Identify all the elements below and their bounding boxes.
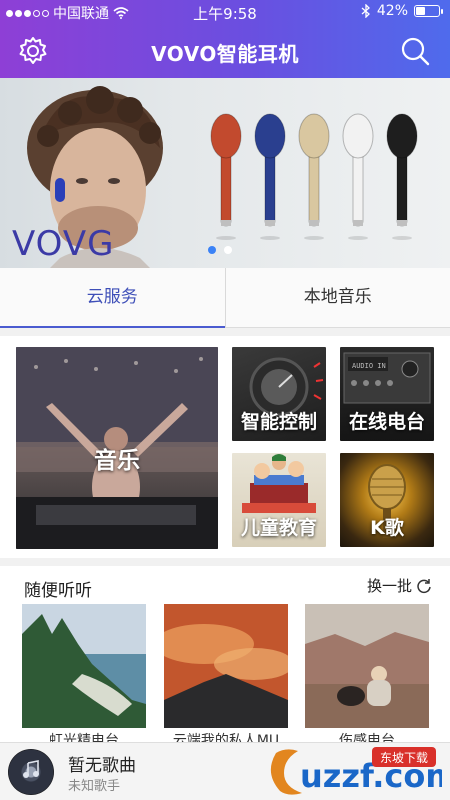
battery-icon [414, 5, 443, 17]
category-label: 儿童教育 [240, 517, 317, 539]
station-card-3[interactable] [305, 604, 429, 728]
station-card-2[interactable] [164, 604, 288, 728]
page-title: VOVO智能耳机 [151, 42, 299, 66]
refresh-button[interactable]: 换一批 [367, 575, 432, 596]
watermark-badge: 东坡下载 [380, 751, 428, 765]
refresh-label: 换一批 [366, 577, 412, 595]
banner-pagination [208, 246, 232, 254]
title-bar: VOVO智能耳机 [0, 24, 450, 78]
app-header: 中国联通 上午9:58 42% VOVO智能耳机 [0, 0, 450, 78]
random-listen-section: 随便听听 换一批 虹光精电台 云端我的私人MU 伤感电台 [0, 566, 450, 749]
pagination-dot-2[interactable] [224, 246, 232, 254]
refresh-icon [417, 578, 431, 593]
category-grid: 音乐 智能控制 AUDIO IN 在线电台 儿童教育 K歌 [0, 336, 450, 558]
mini-player[interactable]: 暂无歌曲 未知歌手 uzzf.com 东坡下载 [0, 742, 450, 800]
earbud-1 [210, 113, 242, 240]
category-karaoke[interactable]: K歌 [340, 453, 434, 547]
battery-percent: 42% [376, 3, 408, 19]
category-smart-control[interactable]: 智能控制 [232, 347, 326, 441]
brand-text: VOVG [12, 224, 115, 264]
music-note-icon [23, 760, 39, 778]
earbud-3 [298, 113, 330, 240]
tab-local-music[interactable]: 本地音乐 [226, 268, 450, 327]
section-title: 随便听听 [24, 581, 92, 601]
artist-name: 未知歌手 [68, 779, 121, 794]
coastline-image [22, 604, 146, 728]
section-divider [0, 328, 450, 336]
site-watermark-logo: uzzf.com 东坡下载 [270, 747, 442, 795]
bluetooth-icon [361, 4, 370, 18]
category-online-radio[interactable]: AUDIO IN 在线电台 [340, 347, 434, 441]
earbud-2 [254, 113, 286, 240]
category-label: 智能控制 [240, 411, 317, 433]
pagination-dot-1[interactable] [208, 246, 216, 254]
search-icon[interactable] [398, 34, 432, 68]
status-right: 42% [361, 3, 443, 19]
song-title: 暂无歌曲 [68, 756, 136, 776]
sunset-mountain-image [164, 604, 288, 728]
category-label: 在线电台 [348, 411, 425, 433]
tab-cloud-service[interactable]: 云服务 [0, 268, 225, 328]
canyon-image [305, 604, 429, 728]
category-label: 音乐 [94, 448, 140, 474]
earbud-4 [342, 113, 374, 240]
category-music[interactable]: 音乐 [16, 347, 218, 549]
category-kids-education[interactable]: 儿童教育 [232, 453, 326, 547]
earbud-5 [386, 113, 418, 240]
earbud-lineup [210, 113, 418, 240]
battery-level [416, 7, 425, 15]
status-bar: 中国联通 上午9:58 42% [0, 0, 450, 24]
promo-banner[interactable]: VOVG [0, 78, 450, 268]
main-tabs: 云服务 本地音乐 [0, 268, 450, 328]
section-divider [0, 558, 450, 566]
station-card-1[interactable] [22, 604, 146, 728]
category-label: K歌 [370, 517, 404, 539]
svg-text:AUDIO IN: AUDIO IN [352, 362, 386, 370]
